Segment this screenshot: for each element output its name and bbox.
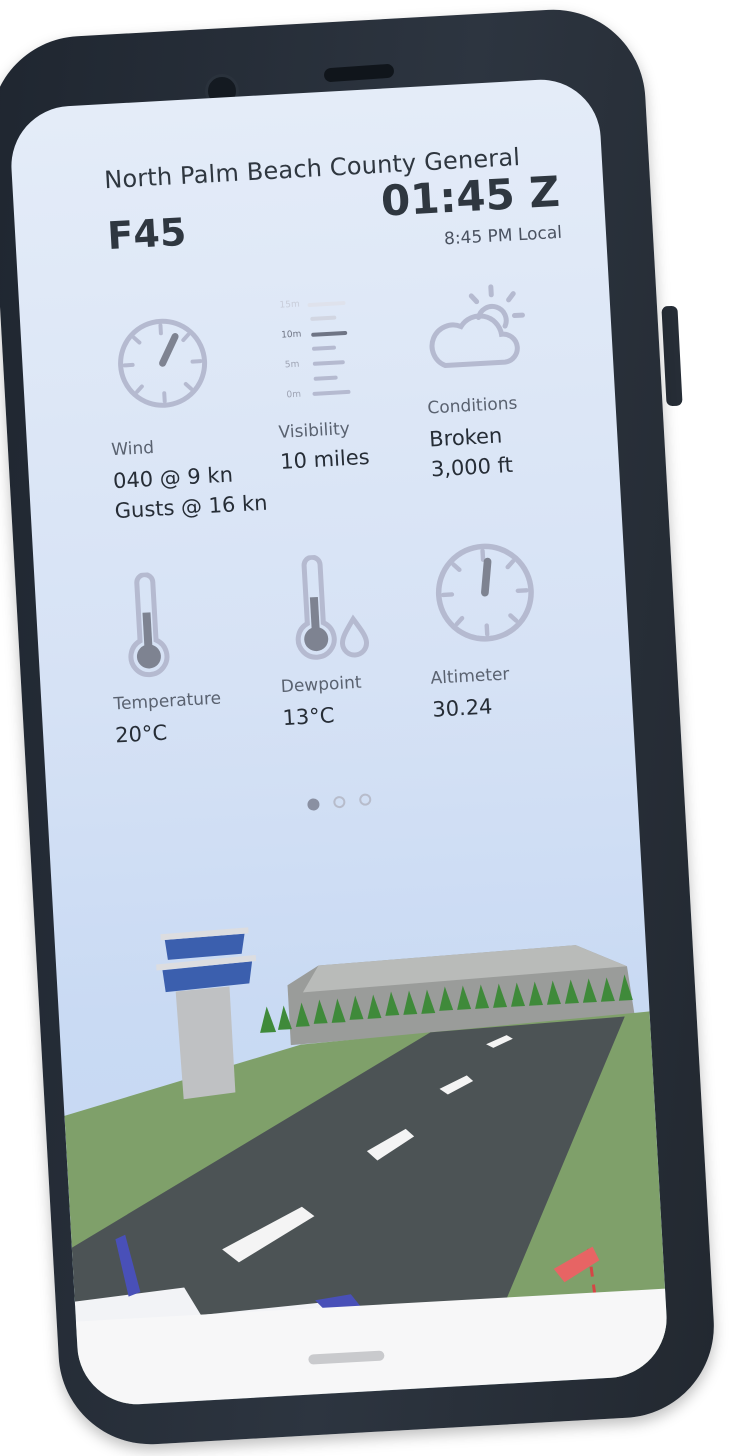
airport-identifier: F45 bbox=[106, 209, 188, 259]
wind-tile[interactable]: Wind 040 @ 9 kn Gusts @ 16 kn bbox=[104, 308, 268, 536]
phone-mockup: North Palm Beach County General F45 01:4… bbox=[0, 0, 737, 1456]
temperature-value: 20°C bbox=[114, 720, 168, 748]
app-screen: North Palm Beach County General F45 01:4… bbox=[8, 76, 670, 1408]
temperature-label: Temperature bbox=[112, 688, 222, 715]
scale-label-0m: 0m bbox=[286, 389, 302, 401]
visibility-scale-icon: 15m 10m 5m 0m bbox=[279, 296, 364, 400]
temperature-tile[interactable]: Temperature 20°C bbox=[106, 566, 265, 747]
conditions-ceiling-value: 3,000 ft bbox=[430, 452, 514, 482]
dewpoint-icon bbox=[295, 554, 369, 660]
page-dot-3[interactable] bbox=[358, 793, 372, 806]
dewpoint-label: Dewpoint bbox=[280, 672, 363, 698]
visibility-label: Visibility bbox=[278, 418, 351, 443]
altimeter-gauge-icon bbox=[435, 543, 534, 642]
conditions-label: Conditions bbox=[426, 393, 518, 419]
zulu-time: 01:45 Z bbox=[379, 166, 561, 226]
wind-label: Wind bbox=[110, 437, 155, 461]
weather-panel: North Palm Beach County General F45 01:4… bbox=[8, 77, 670, 1408]
scale-label-5m: 5m bbox=[284, 359, 300, 371]
partly-cloudy-icon bbox=[429, 284, 525, 369]
conditions-tile[interactable]: Conditions Broken 3,000 ft bbox=[417, 277, 578, 495]
thermometer-icon bbox=[128, 572, 170, 678]
altimeter-tile[interactable]: Altimeter 30.24 bbox=[423, 533, 582, 722]
scale-label-10m: 10m bbox=[280, 329, 302, 341]
altimeter-value: 30.24 bbox=[431, 694, 494, 722]
dewpoint-tile[interactable]: Dewpoint 13°C bbox=[274, 549, 433, 730]
page-dot-1[interactable] bbox=[307, 798, 320, 811]
page-dot-2[interactable] bbox=[333, 795, 346, 809]
dewpoint-value: 13°C bbox=[281, 703, 336, 731]
visibility-value: 10 miles bbox=[279, 444, 371, 474]
scale-label-15m: 15m bbox=[279, 299, 301, 311]
visibility-tile[interactable]: 15m 10m 5m 0m Visibility 10 miles bbox=[271, 293, 431, 481]
power-button bbox=[661, 305, 683, 407]
conditions-sky-value: Broken bbox=[428, 423, 503, 452]
altimeter-label: Altimeter bbox=[430, 664, 510, 689]
visibility-bars bbox=[307, 301, 351, 396]
local-time: 8:45 PM Local bbox=[443, 222, 563, 250]
wind-gauge-icon bbox=[118, 318, 208, 408]
home-indicator[interactable] bbox=[308, 1350, 385, 1365]
